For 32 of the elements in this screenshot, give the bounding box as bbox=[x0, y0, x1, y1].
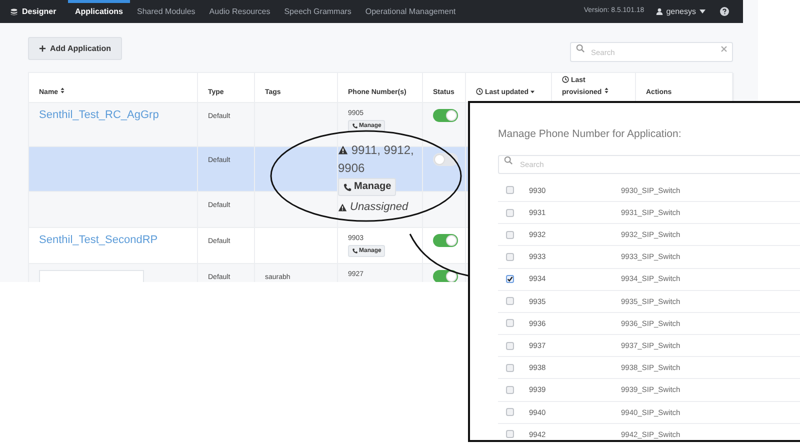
status-toggle[interactable] bbox=[433, 109, 458, 122]
nav-tab[interactable]: Operational Management bbox=[358, 0, 463, 23]
nav-tab[interactable]: Speech Grammars bbox=[277, 0, 358, 23]
clear-icon[interactable] bbox=[721, 46, 727, 52]
app-title: Designer bbox=[22, 6, 56, 18]
status-toggle[interactable] bbox=[433, 270, 458, 282]
sort-icon[interactable] bbox=[60, 87, 66, 94]
search-icon bbox=[576, 44, 585, 52]
caret-icon bbox=[699, 9, 706, 14]
warning-icon bbox=[338, 202, 347, 212]
status-toggle[interactable] bbox=[433, 153, 458, 166]
phone-icon bbox=[352, 123, 358, 129]
add-application-button[interactable]: Add Application bbox=[28, 37, 122, 60]
warning-icon bbox=[338, 145, 348, 155]
nav-tab[interactable]: Audio Resources bbox=[202, 0, 278, 23]
nav-tab[interactable]: Shared Modules bbox=[130, 0, 202, 23]
database-icon bbox=[10, 8, 18, 16]
unassigned-label: Unassigned bbox=[338, 202, 408, 212]
help-icon[interactable] bbox=[720, 7, 729, 16]
plus-icon bbox=[38, 45, 46, 52]
nav-tab[interactable]: Applications bbox=[68, 0, 130, 23]
manage-button[interactable]: Manage bbox=[338, 178, 396, 196]
checkbox[interactable] bbox=[506, 275, 514, 284]
status-toggle[interactable] bbox=[433, 234, 458, 247]
phone-icon bbox=[352, 248, 358, 254]
sort-icon[interactable] bbox=[530, 90, 536, 94]
user-menu[interactable]: genesys bbox=[656, 6, 706, 18]
user-icon bbox=[656, 8, 664, 15]
panel-title: Manage Phone Number for Application: bbox=[498, 127, 682, 142]
search-icon bbox=[504, 156, 513, 165]
sort-icon[interactable] bbox=[604, 87, 609, 94]
phone-icon bbox=[343, 182, 352, 192]
